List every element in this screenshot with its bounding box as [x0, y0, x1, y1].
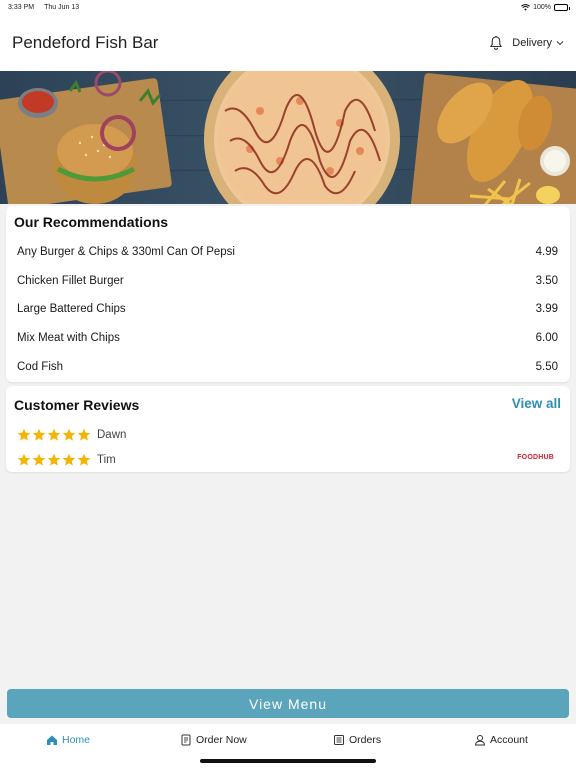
status-bar: 3:33 PM Thu Jun 13 100% [0, 0, 576, 14]
tab-label: Orders [349, 734, 382, 746]
bell-icon[interactable] [488, 35, 504, 51]
tab-bar: Home Order Now Orders Account [0, 724, 576, 760]
recommendation-item[interactable]: Any Burger & Chips & 330ml Can Of Pepsi … [6, 238, 570, 267]
item-price: 3.50 [535, 274, 558, 287]
star-rating [17, 428, 91, 442]
app-header: Pendeford Fish Bar Delivery [0, 14, 576, 71]
status-time: 3:33 PM [8, 3, 35, 11]
order-icon [181, 734, 191, 746]
tab-label: Account [490, 734, 528, 746]
reviewer-name: Dawn [97, 429, 127, 441]
home-indicator [200, 759, 376, 763]
delivery-selector[interactable]: Delivery [512, 37, 564, 49]
item-name: Any Burger & Chips & 330ml Can Of Pepsi [17, 246, 235, 259]
star-icon [62, 453, 76, 466]
orders-list-icon [334, 735, 344, 745]
bottom-navigation: Home Order Now Orders Account [0, 724, 576, 768]
delivery-label: Delivery [512, 36, 552, 49]
tab-label: Home [62, 734, 91, 746]
tab-home[interactable]: Home [46, 734, 90, 746]
status-right: 100% [521, 3, 570, 11]
item-name: Large Battered Chips [17, 303, 126, 316]
star-icon [32, 428, 46, 441]
recommendation-item[interactable]: Mix Meat with Chips 6.00 [6, 324, 570, 353]
recommendations-title: Our Recommendations [14, 214, 169, 230]
reviewer-name: Tim [97, 454, 116, 466]
recommendation-item[interactable]: Cod Fish 5.50 [6, 352, 570, 381]
star-icon [17, 428, 31, 441]
header-actions: Delivery [488, 35, 564, 51]
tab-orders[interactable]: Orders [333, 734, 381, 746]
restaurant-title: Pendeford Fish Bar [12, 32, 159, 52]
item-name: Mix Meat with Chips [17, 332, 120, 345]
star-rating [17, 453, 91, 467]
star-icon [32, 453, 46, 466]
star-icon [77, 428, 91, 441]
review-item: Dawn [17, 428, 126, 442]
item-name: Cod Fish [17, 360, 64, 373]
view-menu-button[interactable]: View Menu [7, 689, 569, 718]
item-price: 3.99 [535, 303, 558, 316]
item-price: 6.00 [535, 332, 558, 345]
tab-order-now[interactable]: Order Now [180, 734, 247, 746]
foodhub-logo: FOODHUB [517, 454, 554, 461]
tab-label: Order Now [196, 734, 247, 746]
star-icon [47, 453, 61, 466]
reviews-card: Customer Reviews View all Dawn Tim FOODH… [6, 386, 570, 472]
item-name: Chicken Fillet Burger [17, 274, 124, 287]
tab-account[interactable]: Account [474, 734, 528, 746]
reviews-title: Customer Reviews [14, 397, 140, 413]
recommendations-list: Any Burger & Chips & 330ml Can Of Pepsi … [6, 238, 570, 381]
review-item: Tim [17, 453, 116, 467]
home-icon [47, 735, 57, 745]
chevron-down-icon [556, 40, 564, 45]
recommendations-card: Our Recommendations Any Burger & Chips &… [6, 206, 570, 382]
star-icon [17, 453, 31, 466]
item-price: 5.50 [535, 360, 558, 373]
wifi-icon [521, 3, 531, 11]
account-icon [474, 735, 486, 746]
star-icon [62, 428, 76, 441]
recommendation-item[interactable]: Large Battered Chips 3.99 [6, 295, 570, 324]
star-icon [77, 453, 91, 466]
hero-banner-image [0, 71, 576, 204]
view-all-reviews-link[interactable]: View all [512, 396, 561, 411]
status-date: Thu Jun 13 [44, 3, 80, 11]
recommendation-item[interactable]: Chicken Fillet Burger 3.50 [6, 267, 570, 296]
star-icon [47, 428, 61, 441]
item-price: 4.99 [535, 246, 558, 259]
battery-icon [554, 3, 570, 11]
battery-percent: 100% [533, 3, 551, 11]
